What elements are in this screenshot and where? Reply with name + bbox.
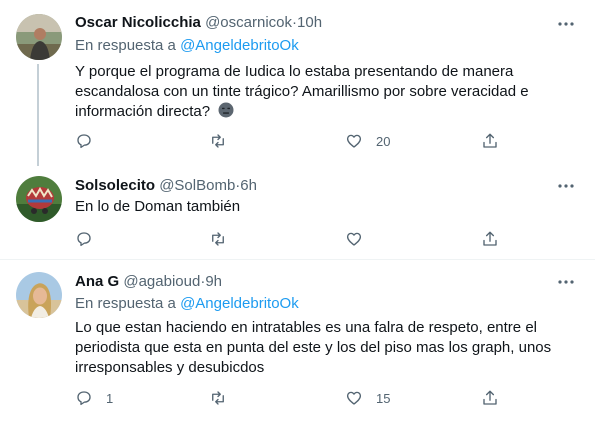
reply-prefix: En respuesta a [75,37,181,54]
user-handle[interactable]: @agabioud [123,273,200,290]
tweet-solsolecito[interactable]: Solsolecito @SolBomb·6h En lo de Doman t… [0,166,595,259]
share-button[interactable] [481,131,499,151]
retweet-icon [212,232,224,246]
retweet-icon [212,391,224,405]
user-name[interactable]: Ana G [75,273,119,290]
retweet-button[interactable] [209,229,240,249]
tweet-feed: Oscar Nicolicchia @oscarnicok·10h En res… [0,0,595,421]
more-horizontal-icon[interactable] [557,15,575,33]
tweet-time[interactable]: 9h [205,273,222,290]
heart-icon [346,232,362,246]
tweet-header: Oscar Nicolicchia @oscarnicok·10h [75,13,595,33]
tweet-ana-g[interactable]: Ana G @agabioud·9h En respuesta a @Angel… [0,260,595,421]
tweet-header: Ana G @agabioud·9h [75,272,595,292]
tweet-actions: 20 [75,131,595,151]
expressionless-face-emoji [218,102,234,118]
tweet-body: Y porque el programa de Iudica lo estaba… [75,63,529,120]
retweet-icon [212,134,224,148]
reply-mention-link[interactable]: @AngeldebritoOk [180,37,299,54]
share-button[interactable] [481,388,499,408]
heart-icon [346,391,362,405]
tweet-text: En lo de Doman también [75,198,241,215]
thread-line [37,64,39,166]
like-button[interactable]: 15 [345,388,390,408]
like-count: 15 [376,390,391,406]
reply-context: En respuesta a @AngeldebritoOk [75,36,299,56]
user-name[interactable]: Oscar Nicolicchia [75,14,201,31]
avatar[interactable] [16,176,62,222]
tweet-oscar[interactable]: Oscar Nicolicchia @oscarnicok·10h En res… [0,0,595,166]
user-handle[interactable]: @SolBomb [159,177,235,194]
tweet-time[interactable]: 6h [240,177,257,194]
tweet-header: Solsolecito @SolBomb·6h [75,176,595,196]
share-icon [483,390,497,405]
retweet-button[interactable] [209,131,240,151]
user-handle[interactable]: @oscarnicok [205,14,292,31]
tweet-actions [75,229,595,249]
user-name[interactable]: Solsolecito [75,177,155,194]
reply-button[interactable] [75,131,106,151]
retweet-button[interactable] [209,388,240,408]
avatar[interactable] [16,14,62,60]
share-icon [483,231,497,246]
reply-button[interactable] [75,229,106,249]
like-button[interactable]: 20 [345,131,390,151]
tweet-actions: 1 15 [75,388,595,408]
reply-prefix: En respuesta a [75,295,181,312]
share-button[interactable] [481,229,499,249]
like-count: 20 [376,133,391,149]
reply-context: En respuesta a @AngeldebritoOk [75,294,299,314]
reply-mention-link[interactable]: @AngeldebritoOk [180,295,299,312]
more-horizontal-icon[interactable] [557,177,575,195]
avatar[interactable] [16,272,62,318]
heart-icon [346,134,362,148]
tweet-time[interactable]: 10h [297,14,322,31]
more-horizontal-icon[interactable] [557,273,575,291]
reply-icon [77,134,91,149]
reply-button[interactable]: 1 [75,388,113,408]
tweet-text: Lo que estan haciendo en intratables es … [75,319,552,376]
tweet-text: Y porque el programa de Iudica lo estaba… [75,62,570,122]
like-button[interactable] [345,229,376,249]
reply-icon [77,232,91,247]
reply-count: 1 [106,390,114,406]
reply-icon [77,391,91,406]
share-icon [483,133,497,148]
